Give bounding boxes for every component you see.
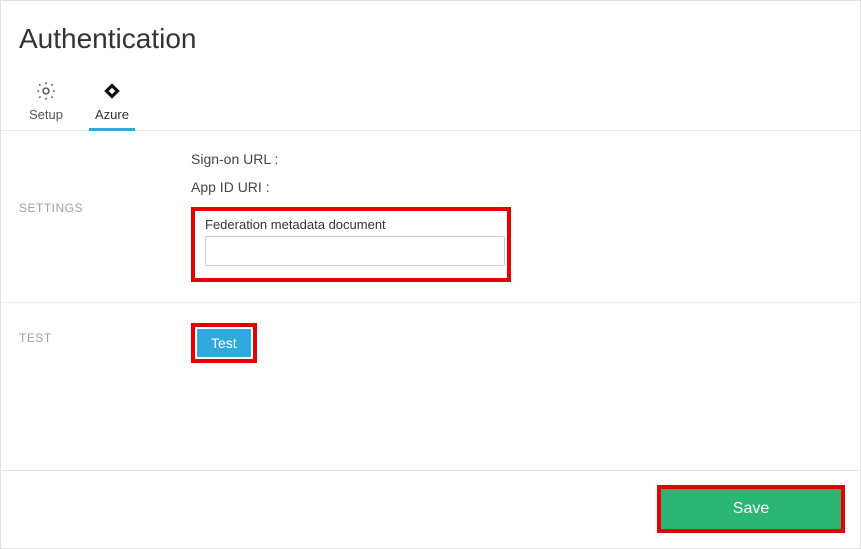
test-section: TEST Test [1, 303, 860, 383]
tab-azure[interactable]: Azure [95, 79, 129, 130]
appid-uri-label: App ID URI : [191, 179, 860, 195]
form-body: SETTINGS Sign-on URL : App ID URI : Fede… [1, 131, 860, 383]
tab-setup-label: Setup [29, 107, 63, 122]
test-button[interactable]: Test [197, 329, 251, 357]
tab-azure-label: Azure [95, 107, 129, 122]
azure-icon [100, 79, 124, 103]
federation-label: Federation metadata document [205, 217, 497, 232]
authentication-page: Authentication Setup Azure SETTINGS [0, 0, 861, 549]
settings-section-label: SETTINGS [19, 151, 191, 215]
tab-setup[interactable]: Setup [29, 79, 63, 130]
gear-icon [34, 79, 58, 103]
test-section-label: TEST [19, 323, 191, 345]
save-button[interactable]: Save [661, 489, 841, 529]
federation-metadata-input[interactable] [205, 236, 505, 266]
tabs-bar: Setup Azure [1, 65, 860, 131]
signon-url-label: Sign-on URL : [191, 151, 860, 167]
test-highlight-box: Test [191, 323, 257, 363]
settings-content: Sign-on URL : App ID URI : Federation me… [191, 151, 860, 282]
federation-highlight-box: Federation metadata document [191, 207, 511, 282]
settings-section: SETTINGS Sign-on URL : App ID URI : Fede… [1, 131, 860, 303]
page-title: Authentication [1, 1, 860, 65]
save-highlight-box: Save [657, 485, 845, 533]
footer-bar: Save [2, 470, 859, 547]
test-content: Test [191, 323, 860, 363]
